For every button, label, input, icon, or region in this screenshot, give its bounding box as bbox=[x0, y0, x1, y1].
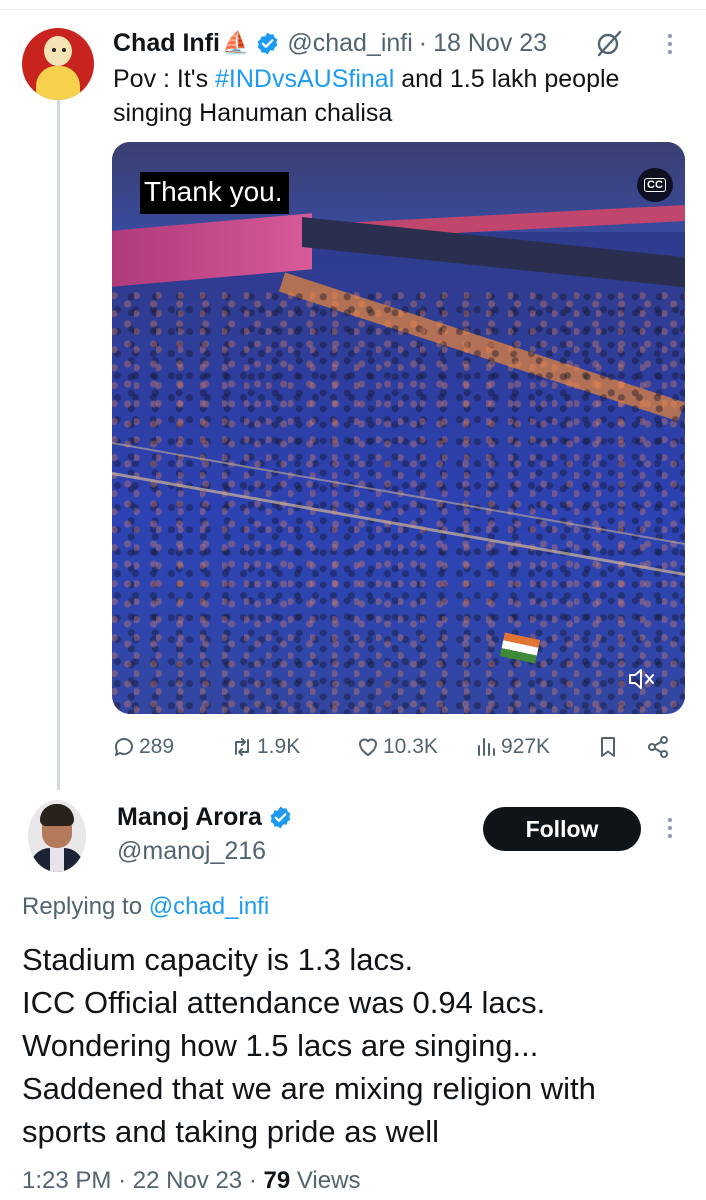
reply-count: 289 bbox=[139, 735, 175, 758]
tweet-text: Pov : It's #INDvsAUSfinal and 1.5 lakh p… bbox=[113, 62, 693, 130]
share-button[interactable] bbox=[646, 730, 673, 764]
repost-icon bbox=[235, 738, 249, 756]
tweet-action-bar: 289 1.9K 10.3K 927K bbox=[112, 730, 672, 764]
more-icon[interactable] bbox=[660, 30, 680, 60]
avatar-shirt bbox=[50, 848, 64, 872]
reply-text-line: ICC Official attendance was 0.94 lacs. bbox=[22, 985, 546, 1020]
follow-button[interactable]: Follow bbox=[483, 807, 641, 851]
tweet-date[interactable]: 18 Nov 23 bbox=[433, 29, 547, 58]
reply-time[interactable]: 1:23 PM bbox=[22, 1167, 111, 1194]
crowd-texture bbox=[112, 292, 685, 714]
tweet-header: Chad Infi ⛵ @chad_infi · 18 Nov 23 bbox=[113, 26, 547, 60]
author-name[interactable]: Chad Infi bbox=[113, 29, 220, 58]
reply-meta: 1:23 PM · 22 Nov 23 · 79 Views bbox=[22, 1164, 360, 1198]
reply-text: Stadium capacity is 1.3 lacs. ICC Offici… bbox=[22, 938, 692, 1153]
reply-text-line: Saddened that we are mixing religion wit… bbox=[22, 1071, 596, 1106]
bookmark-button[interactable] bbox=[596, 730, 623, 764]
cc-label: CC bbox=[644, 178, 666, 192]
separator-dot: · bbox=[418, 28, 428, 57]
avatar-figure-cape bbox=[36, 66, 80, 100]
views-count: 927K bbox=[501, 735, 551, 758]
replying-prefix: Replying to bbox=[22, 893, 149, 920]
bookmark-icon bbox=[601, 737, 615, 757]
author-name-emoji: ⛵ bbox=[221, 30, 250, 55]
repost-count: 1.9K bbox=[257, 735, 301, 758]
like-icon bbox=[359, 738, 377, 756]
avatar-manoj-arora[interactable] bbox=[28, 800, 86, 872]
views-icon bbox=[478, 738, 495, 756]
avatar-hair bbox=[40, 804, 74, 826]
views-button[interactable]: 927K bbox=[474, 730, 550, 764]
like-button[interactable]: 10.3K bbox=[356, 730, 438, 764]
reply-icon bbox=[114, 738, 133, 756]
replying-mention-link[interactable]: @chad_infi bbox=[149, 893, 269, 920]
tweet-video[interactable]: Thank you. CC bbox=[112, 142, 685, 714]
cc-icon[interactable]: CC bbox=[637, 168, 673, 202]
more-icon[interactable] bbox=[660, 814, 680, 844]
reply-button[interactable]: 289 bbox=[112, 730, 174, 764]
tweet-text-part: Pov : It's bbox=[113, 65, 216, 93]
share-icon bbox=[648, 736, 668, 758]
reply-views-label: Views bbox=[296, 1167, 361, 1194]
hashtag-link[interactable]: #INDvsAUSfinal bbox=[215, 65, 394, 93]
mute-icon[interactable] bbox=[627, 666, 657, 692]
video-caption: Thank you. bbox=[140, 172, 289, 214]
avatar-figure-eye bbox=[62, 48, 66, 52]
reply-text-line: Stadium capacity is 1.3 lacs. bbox=[22, 942, 414, 977]
reply-text-line: Wondering how 1.5 lacs are singing... bbox=[22, 1028, 539, 1063]
repost-button[interactable]: 1.9K bbox=[230, 730, 300, 764]
avatar-figure-head bbox=[44, 36, 72, 66]
like-count: 10.3K bbox=[383, 735, 438, 758]
separator-dot: · bbox=[118, 1167, 127, 1194]
author-handle[interactable]: @chad_infi bbox=[287, 29, 412, 58]
separator-dot: · bbox=[248, 1167, 257, 1194]
reply-text-line: sports and taking pride as well bbox=[22, 1114, 440, 1149]
thread-connector-line bbox=[57, 100, 60, 790]
replying-to: Replying to @chad_infi bbox=[22, 890, 269, 924]
verified-badge-icon bbox=[270, 806, 291, 828]
reply-views-count: 79 bbox=[263, 1167, 291, 1194]
reply-author-row: Manoj Arora bbox=[117, 800, 300, 834]
grok-icon[interactable] bbox=[594, 28, 624, 58]
reply-author-name[interactable]: Manoj Arora bbox=[117, 803, 262, 832]
avatar-chad-infi[interactable] bbox=[22, 28, 94, 100]
verified-badge-icon bbox=[257, 32, 278, 54]
avatar-figure-eye bbox=[52, 48, 56, 52]
reply-author-handle[interactable]: @manoj_216 bbox=[117, 834, 266, 868]
top-divider bbox=[0, 0, 706, 10]
reply-date[interactable]: 22 Nov 23 bbox=[133, 1167, 242, 1194]
